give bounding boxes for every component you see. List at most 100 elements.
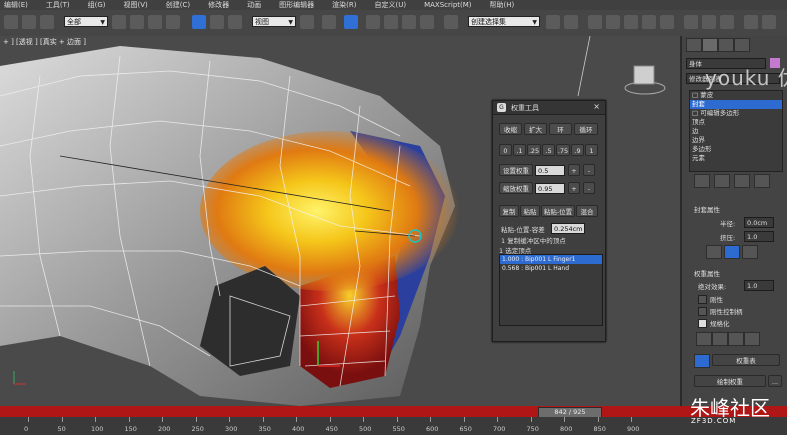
angle-snap-icon[interactable]: [384, 15, 398, 29]
stack-item-editable-poly[interactable]: □ 可编辑多边形: [690, 109, 782, 118]
menu-item[interactable]: 工具(T): [46, 0, 70, 10]
squash-field[interactable]: 1.0: [744, 231, 774, 242]
menu-item[interactable]: MAXScript(M): [424, 1, 471, 9]
preset-075-button[interactable]: .75: [556, 144, 570, 156]
select-rotate-icon[interactable]: [210, 15, 224, 29]
mirror-icon[interactable]: [546, 15, 560, 29]
menu-item[interactable]: 渲染(R): [332, 0, 356, 10]
envelope-abs-icon[interactable]: [706, 245, 722, 259]
stack-item-border[interactable]: 边界: [690, 136, 782, 145]
menu-item[interactable]: 创建(C): [166, 0, 190, 10]
paste-tolerance-value[interactable]: 0.254cm: [551, 223, 585, 234]
grow-button[interactable]: 扩大: [524, 123, 547, 135]
scale-weight-value[interactable]: 0.95: [535, 183, 565, 194]
scale-weight-minus[interactable]: -: [583, 182, 595, 194]
teapot-render-icon[interactable]: [744, 15, 758, 29]
pin-stack-icon[interactable]: [694, 174, 710, 188]
hierarchy-tab-icon[interactable]: [718, 38, 734, 52]
modifier-stack[interactable]: □ 蒙皮 封套 □ 可编辑多边形 顶点 边 边界 多边形 元素: [689, 90, 783, 172]
menu-item[interactable]: 动画: [247, 0, 261, 10]
snap-toggle-icon[interactable]: [366, 15, 380, 29]
scale-weight-plus[interactable]: +: [568, 182, 580, 194]
schematic-view-icon[interactable]: [642, 15, 656, 29]
rigid-checkbox[interactable]: [698, 295, 707, 304]
preset-09-button[interactable]: .9: [571, 144, 584, 156]
copy-button[interactable]: 复制: [499, 205, 519, 217]
preset-025-button[interactable]: .25: [527, 144, 541, 156]
blend-button[interactable]: 混合: [576, 205, 598, 217]
select-manipulate-icon[interactable]: [322, 15, 336, 29]
menu-item[interactable]: 编辑(E): [4, 0, 28, 10]
menu-item[interactable]: 组(G): [88, 0, 106, 10]
weight-row[interactable]: 1.000 : Bip001 L Finger1: [500, 255, 602, 264]
envelope-copy-icon[interactable]: [742, 245, 758, 259]
keyboard-shortcut-icon[interactable]: [344, 15, 358, 29]
paint-weights-button[interactable]: 绘制权重: [694, 375, 766, 387]
create-tab-icon[interactable]: [686, 38, 702, 52]
percent-snap-icon[interactable]: [402, 15, 416, 29]
rect-selection-icon[interactable]: [148, 15, 162, 29]
unlink-icon[interactable]: [22, 15, 36, 29]
stack-item-element[interactable]: 元素: [690, 154, 782, 163]
paste-position-button[interactable]: 粘贴-位置: [541, 205, 575, 217]
select-by-name-icon[interactable]: [130, 15, 144, 29]
menu-item[interactable]: 图形编辑器: [279, 0, 314, 10]
dialog-titlebar[interactable]: G 权重工具 ×: [493, 101, 605, 115]
modify-tab-icon[interactable]: [702, 38, 718, 52]
weight-row[interactable]: 0.568 : Bip001 L Hand: [500, 264, 602, 273]
menu-item[interactable]: 自定义(U): [374, 0, 406, 10]
named-selection-dropdown[interactable]: 创建选择集: [468, 16, 540, 28]
rigid-handles-checkbox[interactable]: [698, 307, 707, 316]
set-weight-button[interactable]: 设置权重: [499, 164, 533, 176]
curve-editor-icon[interactable]: [624, 15, 638, 29]
scale-weight-button[interactable]: 缩放权重: [499, 182, 533, 194]
bind-spacewarp-icon[interactable]: [40, 15, 54, 29]
weight-list[interactable]: 1.000 : Bip001 L Finger1 0.568 : Bip001 …: [499, 254, 603, 326]
set-weight-minus[interactable]: -: [583, 164, 595, 176]
reference-coord-dropdown[interactable]: 视图: [252, 16, 296, 28]
preset-0-button[interactable]: 0: [499, 144, 512, 156]
make-unique-icon[interactable]: [734, 174, 750, 188]
abs-effect-field[interactable]: 1.0: [744, 280, 774, 291]
preset-1-button[interactable]: 1: [585, 144, 598, 156]
preset-01-button[interactable]: .1: [513, 144, 526, 156]
motion-tab-icon[interactable]: [734, 38, 750, 52]
select-scale-icon[interactable]: [228, 15, 242, 29]
render-active-icon[interactable]: [762, 15, 776, 29]
selection-filter-dropdown[interactable]: 全部: [64, 16, 108, 28]
select-move-icon[interactable]: [192, 15, 206, 29]
show-end-result-icon[interactable]: [714, 174, 730, 188]
remove-modifier-icon[interactable]: [754, 174, 770, 188]
graphite-icon[interactable]: [606, 15, 620, 29]
layer-manager-icon[interactable]: [588, 15, 602, 29]
ring-button[interactable]: 环: [549, 123, 572, 135]
set-weight-value[interactable]: 0.5: [535, 165, 565, 176]
pivot-center-icon[interactable]: [300, 15, 314, 29]
set-weight-plus[interactable]: +: [568, 164, 580, 176]
stack-item-edge[interactable]: 边: [690, 127, 782, 136]
envelope-falloff-icon[interactable]: [724, 245, 740, 259]
render-production-icon[interactable]: [720, 15, 734, 29]
stack-item-vertex[interactable]: 顶点: [690, 118, 782, 127]
render-setup-icon[interactable]: [684, 15, 698, 29]
bake-weights-icon[interactable]: [744, 332, 760, 346]
menu-item[interactable]: 视图(V): [124, 0, 148, 10]
stack-item-skin[interactable]: □ 蒙皮: [690, 91, 782, 100]
shrink-button[interactable]: 收缩: [499, 123, 522, 135]
window-crossing-icon[interactable]: [166, 15, 180, 29]
viewport-label[interactable]: + ] [透视 ] [真实 + 边面 ]: [3, 37, 86, 47]
paint-options-button[interactable]: ...: [768, 375, 782, 387]
edit-named-sets-icon[interactable]: [444, 15, 458, 29]
preset-05-button[interactable]: .5: [542, 144, 555, 156]
paste-button[interactable]: 粘贴: [520, 205, 540, 217]
align-icon[interactable]: [564, 15, 578, 29]
radius-field[interactable]: 0.0cm: [744, 217, 774, 228]
close-icon[interactable]: ×: [593, 102, 600, 111]
select-excluded-icon[interactable]: [728, 332, 744, 346]
select-object-icon[interactable]: [112, 15, 126, 29]
exclude-icon[interactable]: [696, 332, 712, 346]
material-editor-icon[interactable]: [660, 15, 674, 29]
weight-tool-icon[interactable]: [694, 354, 710, 368]
rendered-frame-icon[interactable]: [702, 15, 716, 29]
weight-table-button[interactable]: 权重表: [712, 354, 780, 366]
